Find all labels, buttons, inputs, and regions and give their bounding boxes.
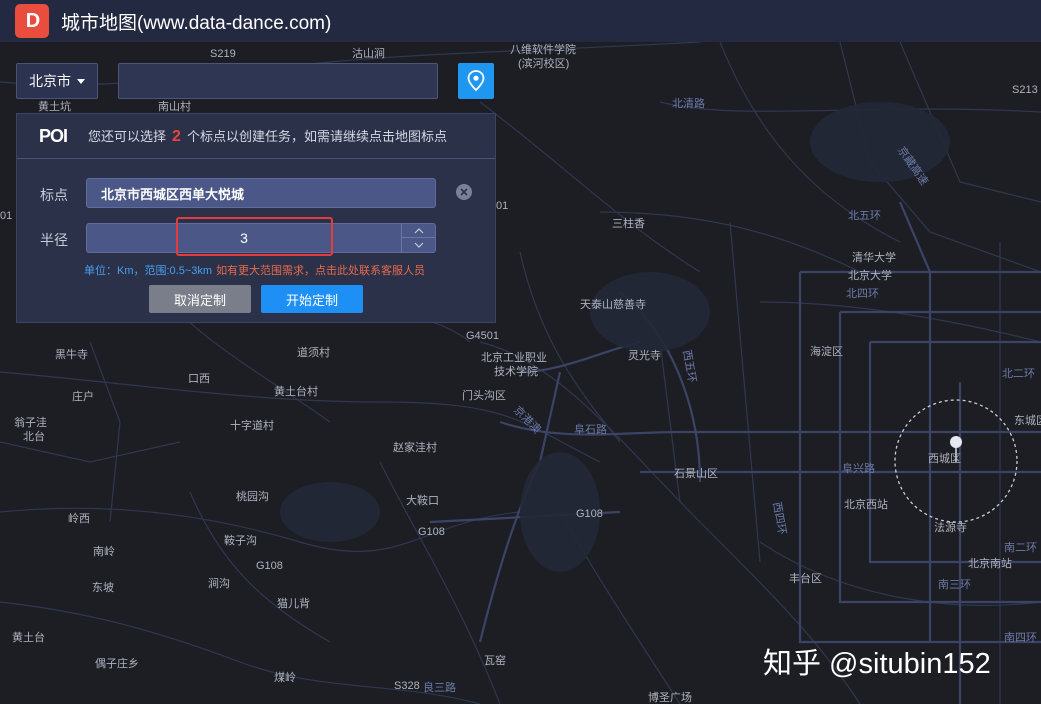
city-select[interactable]: 北京市 — [16, 63, 98, 99]
location-pin-icon — [467, 70, 485, 92]
unit-note-text: 单位：Km，范围:0.5~3km — [84, 265, 213, 277]
map-label: G4501 — [466, 330, 500, 342]
map-label: 口西 — [188, 373, 210, 385]
map-label: S219 — [210, 48, 236, 60]
stepper-controls — [401, 224, 435, 252]
contact-support-link[interactable]: 如有更大范围需求，点击此处联系客服人员 — [216, 265, 425, 277]
map-label: 北台 — [23, 431, 45, 443]
map-label: 黑牛寺 — [55, 349, 88, 361]
close-icon — [460, 188, 468, 196]
map-label: G108 — [256, 560, 283, 572]
map-label: 桃园沟 — [236, 491, 269, 503]
map-label: 翁子洼 — [14, 417, 47, 429]
marker-field[interactable]: 北京市西城区西单大悦城 — [86, 178, 436, 208]
map-label: 北清路 — [672, 98, 705, 110]
cancel-customize-button[interactable]: 取消定制 — [149, 285, 251, 313]
watermark: 知乎 @situbin152 — [763, 648, 991, 680]
map-label: 东城区 — [1014, 415, 1041, 427]
map-label: S213 — [1012, 84, 1038, 96]
map-label: 大鞍口 — [406, 495, 439, 507]
map-label: 八维软件学院 — [510, 44, 576, 56]
map-label: 北京南站 — [968, 558, 1012, 570]
map-label: 鞍子沟 — [224, 535, 257, 547]
chevron-down-icon — [414, 242, 423, 248]
map-label: 01 — [496, 200, 509, 212]
start-customize-button[interactable]: 开始定制 — [261, 285, 363, 313]
map-label: 法源寺 — [934, 522, 967, 534]
location-search-input[interactable] — [118, 63, 438, 99]
map-label: 北四环 — [846, 288, 879, 300]
map-label: 门头沟区 — [462, 390, 506, 402]
map-label: 博圣广场 — [648, 692, 692, 704]
map-label: 阜石路 — [574, 424, 607, 436]
map-label: 丰台区 — [789, 573, 822, 585]
map-label: 黄土台 — [12, 632, 45, 644]
map-label: 阜兴路 — [842, 463, 875, 475]
map-label: 技术学院 — [494, 366, 538, 378]
map-label: 南四环 — [1004, 632, 1037, 644]
map-label: 01 — [0, 210, 13, 222]
annotation-highlight-box — [176, 217, 333, 256]
map-label: 黄土台村 — [274, 386, 318, 398]
map-label: 瓦窑 — [484, 655, 506, 667]
map-label: 岭西 — [68, 513, 90, 525]
marker-value: 北京市西城区西单大悦城 — [101, 186, 245, 202]
remaining-count: 2 — [172, 128, 181, 145]
map-label: 北京工业职业 — [481, 352, 547, 364]
map-label: 北京大学 — [848, 270, 892, 282]
title-bar: D 城市地图(www.data-dance.com) — [0, 0, 1041, 42]
marker-label: 标点 — [40, 187, 68, 203]
app-logo-text: D — [25, 9, 41, 32]
map-label: 北五环 — [848, 210, 881, 222]
unit-note: 单位：Km，范围:0.5~3km 如有更大范围需求，点击此处联系客服人员 — [84, 262, 425, 278]
locate-button[interactable] — [458, 63, 494, 99]
map-pin-marker — [950, 436, 962, 448]
radius-label: 半径 — [40, 232, 68, 248]
poi-panel: POI 您还可以选择 2 个标点以创建任务，如需请继续点击地图标点 标点 北京市西城… — [16, 113, 496, 323]
map-label: (滨河校区) — [518, 58, 570, 70]
caret-down-icon — [77, 78, 85, 84]
map-label: 西城区 — [928, 453, 961, 465]
map-label: 北京西站 — [844, 499, 888, 511]
map-label: 石景山区 — [674, 468, 718, 480]
chevron-up-icon — [414, 227, 423, 233]
map-label: 南岭 — [93, 546, 115, 558]
map-label: G108 — [576, 508, 603, 520]
map-label: 良三路 — [423, 682, 456, 694]
map-label: G108 — [418, 526, 445, 538]
stepper-down-button[interactable] — [402, 238, 435, 252]
map-label: S328 — [394, 680, 420, 692]
map-label: 三柱香 — [612, 218, 645, 230]
map-label: 东坡 — [92, 582, 114, 594]
map-label: 猫儿背 — [277, 598, 310, 610]
map-label: 南三环 — [938, 579, 971, 591]
map-label: 灵光寺 — [628, 350, 661, 362]
map-label: 庄户 — [72, 391, 94, 403]
map-label: 南二环 — [1004, 542, 1037, 554]
map-label: 煤岭 — [274, 672, 296, 684]
map-label: 海淀区 — [810, 346, 843, 358]
map-label: 十字道村 — [230, 420, 274, 432]
poi-panel-header: POI 您还可以选择 2 个标点以创建任务，如需请继续点击地图标点 — [17, 114, 495, 159]
app-title: 城市地图(www.data-dance.com) — [61, 12, 332, 34]
map-label: 北二环 — [1002, 368, 1035, 380]
map-label: 沽山涧 — [352, 48, 385, 60]
map-label: 赵家洼村 — [393, 442, 437, 454]
poi-hint-suffix: 个标点以创建任务，如需请继续点击地图标点 — [186, 129, 447, 144]
stepper-up-button[interactable] — [402, 224, 435, 238]
map-label: 天泰山慈善寺 — [580, 299, 646, 311]
city-select-label: 北京市 — [29, 73, 71, 89]
clear-icon[interactable] — [456, 184, 472, 200]
map-label: 道须村 — [297, 347, 330, 359]
app-logo: D — [15, 4, 49, 38]
map-label: 偶子庄乡 — [95, 658, 139, 670]
poi-logo: POI — [39, 125, 68, 146]
poi-hint-prefix: 您还可以选择 — [88, 129, 167, 144]
poi-hint: 您还可以选择 2 个标点以创建任务，如需请继续点击地图标点 — [88, 126, 447, 146]
map-label: 涧沟 — [208, 578, 230, 590]
map-label: 清华大学 — [852, 252, 896, 264]
